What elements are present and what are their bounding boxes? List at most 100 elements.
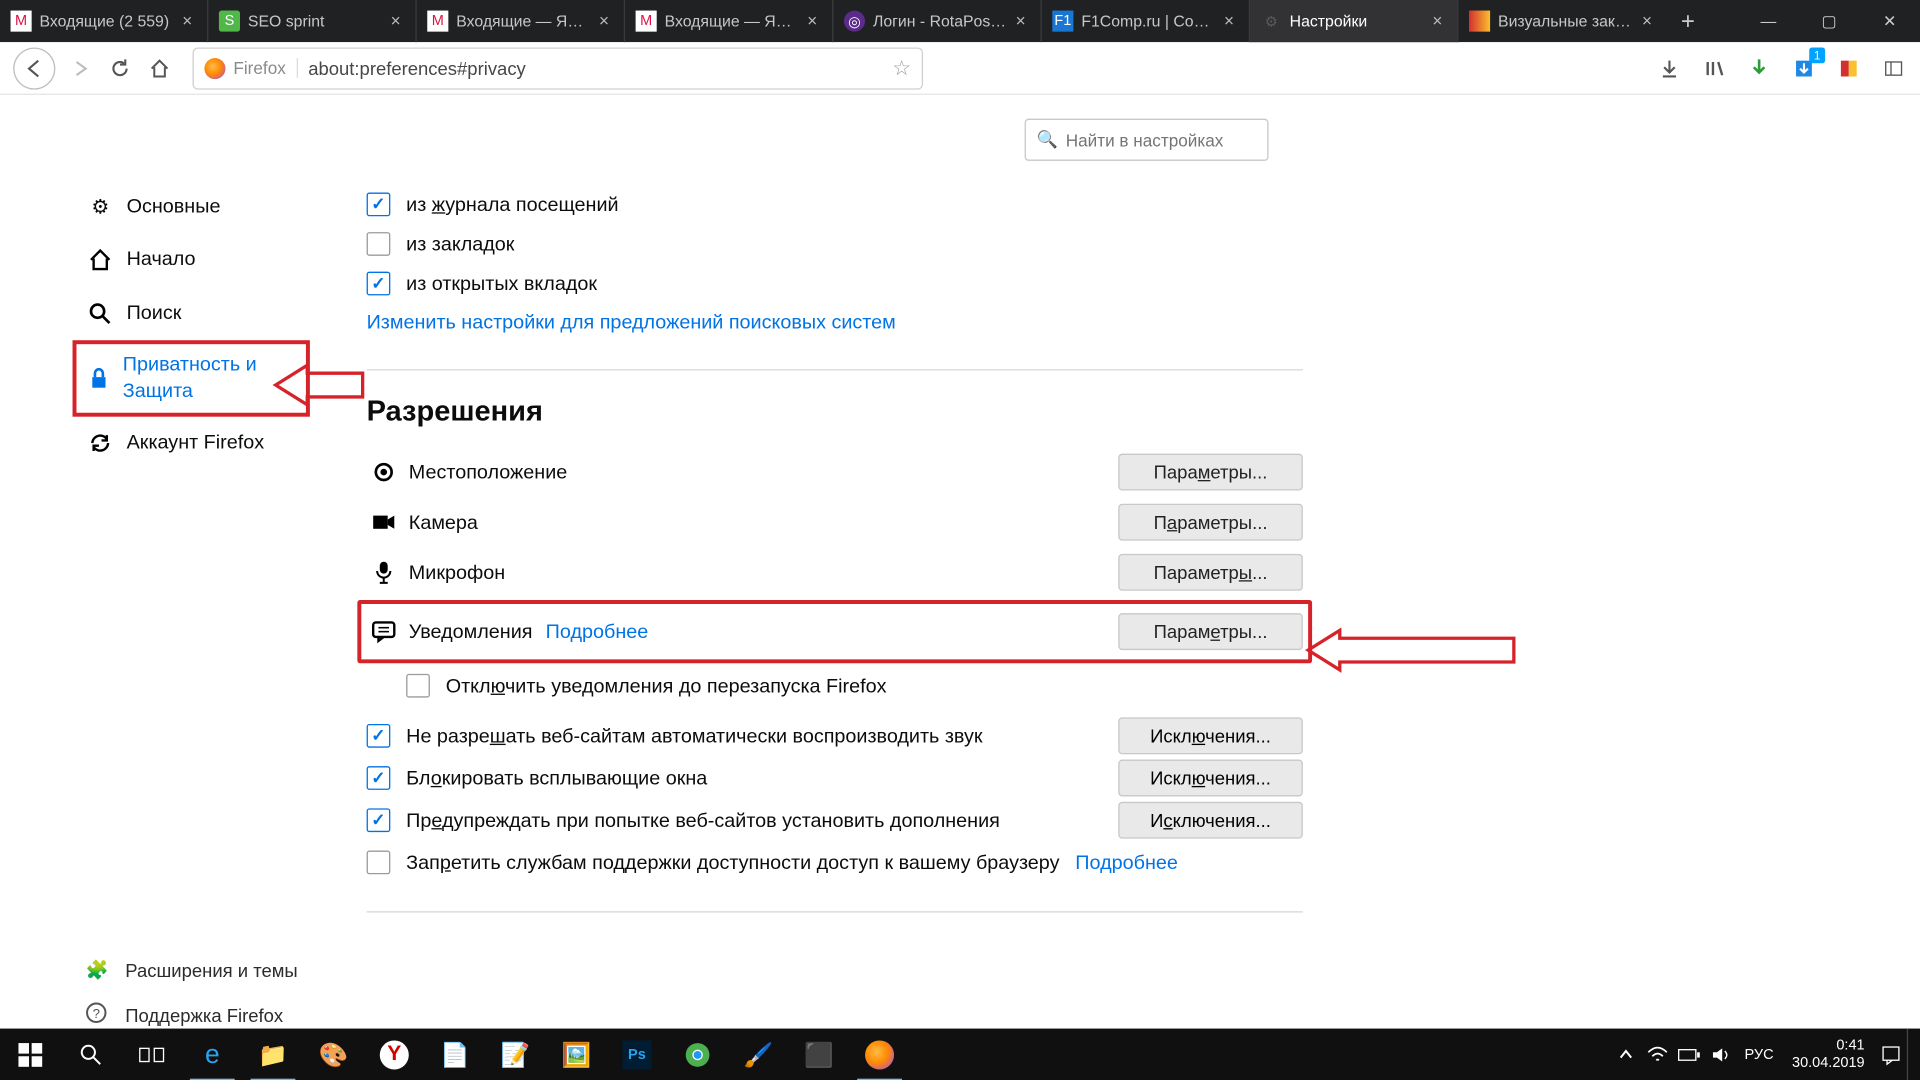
checkbox-popups[interactable]: Блокировать всплывающие окна Исключения.…	[367, 766, 1303, 790]
sidebar-item-home[interactable]: Начало	[73, 234, 310, 287]
autoplay-exceptions-button[interactable]: Исключения...	[1118, 717, 1303, 754]
tab-rotapost[interactable]: ◎ Логин - RotaPost.ru ×	[833, 0, 1041, 42]
taskbar-chrome[interactable]	[667, 1029, 728, 1080]
tray-wifi[interactable]	[1642, 1029, 1674, 1080]
maximize-button[interactable]: ▢	[1799, 0, 1860, 42]
tab-settings[interactable]: ⚙ Настройки ×	[1250, 0, 1458, 42]
clock-date: 30.04.2019	[1792, 1055, 1865, 1072]
tray-language[interactable]: РУС	[1737, 1047, 1782, 1063]
divider	[367, 369, 1303, 370]
settings-search-input[interactable]	[1066, 130, 1257, 150]
tab-yandex2[interactable]: M Входящие — Яндекс ×	[625, 0, 833, 42]
checkbox-autoplay[interactable]: Не разрешать веб-сайтам автоматически во…	[367, 724, 1303, 748]
downloads-button[interactable]	[1651, 49, 1688, 86]
checkbox-icon	[367, 851, 391, 875]
idm-button[interactable]	[1741, 49, 1778, 86]
tab-gmail[interactable]: M Входящие (2 559) ×	[0, 0, 208, 42]
checkbox-addons-warn[interactable]: Предупреждать при попытке веб-сайтов уст…	[367, 808, 1303, 832]
taskbar-firefox[interactable]	[849, 1029, 910, 1080]
tab-label: F1Comp.ru | Советы	[1081, 12, 1214, 30]
savefrom-button[interactable]: 1	[1785, 49, 1822, 86]
tab-seosprint[interactable]: S SEO sprint ×	[208, 0, 416, 42]
settings-search[interactable]: 🔍	[1025, 119, 1269, 161]
sidebar-item-extensions[interactable]: 🧩 Расширения и темы	[86, 948, 298, 992]
tray-battery[interactable]	[1673, 1029, 1705, 1080]
search-icon: 🔍	[1036, 129, 1057, 150]
home-button[interactable]	[140, 48, 180, 88]
close-icon[interactable]: ×	[178, 12, 196, 30]
location-icon	[367, 460, 401, 484]
checkbox-history[interactable]: из журнала посещений	[367, 193, 1303, 217]
taskbar-app3[interactable]: 🖌️	[728, 1029, 789, 1080]
wifi-icon	[1647, 1046, 1668, 1064]
palette-icon: 🎨	[319, 1041, 349, 1069]
tab-visual-bookmarks[interactable]: Визуальные закладки ×	[1458, 0, 1666, 42]
notification-icon	[367, 621, 401, 642]
sidebar-item-search[interactable]: Поиск	[73, 287, 310, 340]
checkbox-disable-notifications[interactable]: Отключить уведомления до перезапуска Fir…	[406, 674, 1303, 698]
reload-button[interactable]	[100, 48, 140, 88]
a11y-learn-more-link[interactable]: Подробнее	[1075, 851, 1178, 873]
taskbar-app4[interactable]: ⬛	[789, 1029, 850, 1080]
start-button[interactable]	[0, 1029, 61, 1080]
tray-volume[interactable]	[1705, 1029, 1737, 1080]
search-button[interactable]	[61, 1029, 122, 1080]
new-tab-button[interactable]: +	[1667, 0, 1709, 42]
checkbox-a11y[interactable]: Запретить службам поддержки доступности …	[367, 851, 1303, 875]
download-green-icon	[1750, 57, 1768, 78]
taskbar-app1[interactable]: 📄	[425, 1029, 486, 1080]
tray-overflow-button[interactable]	[1610, 1029, 1642, 1080]
tray-notifications[interactable]	[1875, 1029, 1907, 1080]
tray-clock[interactable]: 0:41 30.04.2019	[1781, 1038, 1875, 1073]
forward-button[interactable]	[61, 48, 101, 88]
checkbox-icon	[406, 674, 430, 698]
checkbox-opentabs[interactable]: из открытых вкладок	[367, 272, 1303, 296]
back-button[interactable]	[13, 47, 55, 89]
address-bar[interactable]: Firefox about:preferences#privacy ☆	[193, 47, 924, 89]
checkbox-icon	[367, 808, 391, 832]
tab-yandex1[interactable]: M Входящие — Яндекс ×	[417, 0, 625, 42]
checkbox-icon	[367, 724, 391, 748]
library-button[interactable]	[1696, 49, 1733, 86]
taskbar-yandex[interactable]: Y	[364, 1029, 425, 1080]
sidebar-item-general[interactable]: ⚙ Основные	[73, 181, 310, 234]
close-icon[interactable]: ×	[1011, 12, 1029, 30]
location-settings-button[interactable]: Параметры...	[1118, 454, 1303, 491]
edge-icon: e	[205, 1040, 220, 1070]
taskbar-paint[interactable]: 🎨	[303, 1029, 364, 1080]
taskbar-photoshop[interactable]: Ps	[607, 1029, 668, 1080]
taskbar-explorer[interactable]: 📁	[243, 1029, 304, 1080]
frigate-button[interactable]	[1830, 49, 1867, 86]
popups-exceptions-button[interactable]: Исключения...	[1118, 760, 1303, 797]
close-icon[interactable]: ×	[803, 12, 821, 30]
windows-taskbar: e 📁 🎨 Y 📄 📝 🖼️ Ps 🖌️ ⬛ РУС 0:41 30.04.20…	[0, 1029, 1920, 1080]
notifications-learn-more-link[interactable]: Подробнее	[546, 620, 649, 642]
show-desktop-button[interactable]	[1907, 1029, 1915, 1080]
close-window-button[interactable]: ✕	[1859, 0, 1920, 42]
close-icon[interactable]: ×	[386, 12, 404, 30]
camera-settings-button[interactable]: Параметры...	[1118, 504, 1303, 541]
bookmark-star-icon[interactable]: ☆	[892, 55, 911, 81]
task-view-button[interactable]	[121, 1029, 182, 1080]
checkbox-bookmarks[interactable]: из закладок	[367, 232, 1303, 256]
taskbar-app2[interactable]: 🖼️	[546, 1029, 607, 1080]
close-icon[interactable]: ×	[1638, 12, 1656, 30]
task-view-icon	[138, 1044, 164, 1065]
sidebar-item-sync[interactable]: Аккаунт Firefox	[73, 417, 310, 470]
microphone-settings-button[interactable]: Параметры...	[1118, 554, 1303, 591]
sync-icon	[86, 432, 115, 456]
notifications-settings-button[interactable]: Параметры...	[1118, 613, 1303, 650]
addons-exceptions-button[interactable]: Исключения...	[1118, 802, 1303, 839]
checkbox-label: Отключить уведомления до перезапуска Fir…	[446, 675, 887, 697]
taskbar-edge[interactable]: e	[182, 1029, 243, 1080]
taskbar-notepad[interactable]: 📝	[485, 1029, 546, 1080]
download-icon	[1659, 57, 1680, 78]
close-icon[interactable]: ×	[1428, 12, 1446, 30]
tab-f1comp[interactable]: F1 F1Comp.ru | Советы ×	[1042, 0, 1250, 42]
search-engine-settings-link[interactable]: Изменить настройки для предложений поиск…	[367, 311, 896, 333]
close-icon[interactable]: ×	[595, 12, 613, 30]
close-icon[interactable]: ×	[1220, 12, 1238, 30]
minimize-button[interactable]: —	[1738, 0, 1799, 42]
tab-label: Входящие (2 559)	[40, 12, 173, 30]
sidebar-toggle-button[interactable]	[1875, 49, 1912, 86]
